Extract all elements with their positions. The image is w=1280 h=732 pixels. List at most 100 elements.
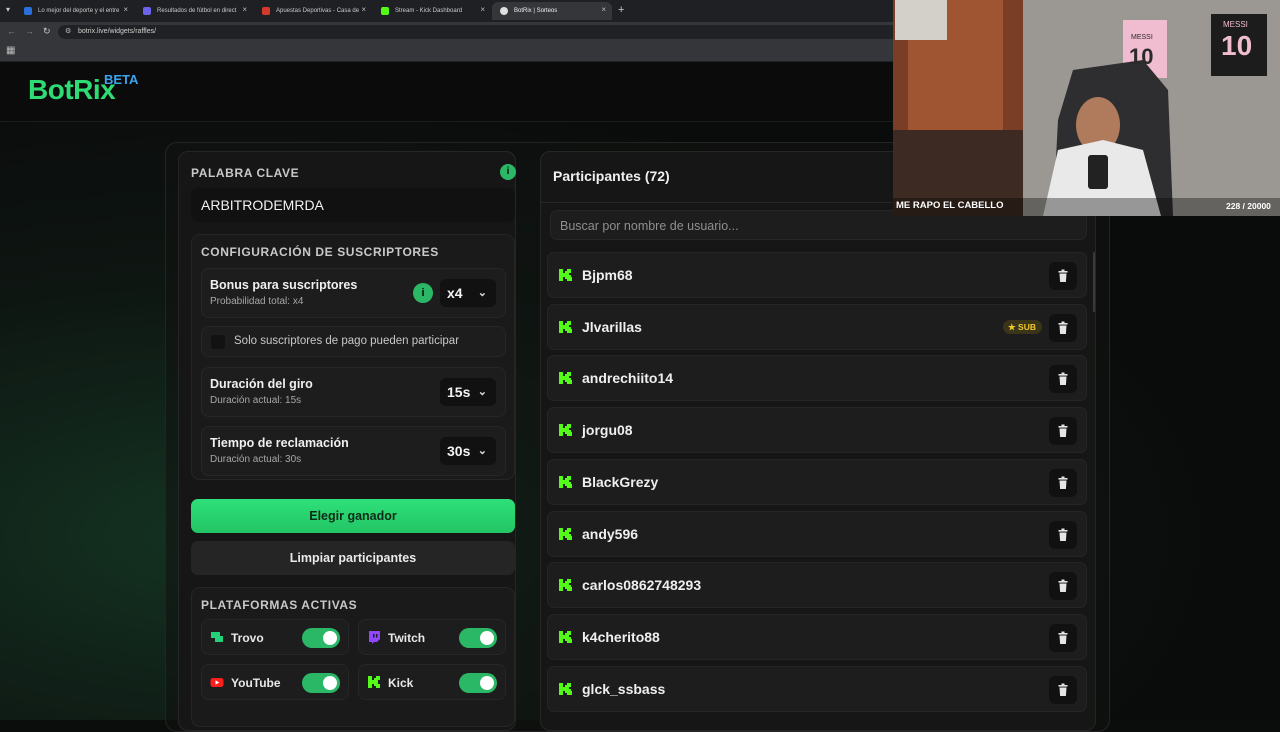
participant-name: glck_ssbass xyxy=(582,680,666,697)
info-icon[interactable]: i xyxy=(413,283,433,303)
browser-tab[interactable]: Apuestas Deportivas - Casa de × xyxy=(254,2,372,20)
reload-icon[interactable]: ↻ xyxy=(43,26,51,37)
tab-favicon xyxy=(143,7,151,15)
raffle-container: PALABRA CLAVE i ARBITRODEMRDA CONFIGURAC… xyxy=(165,142,1110,732)
star-icon: ★ xyxy=(1008,321,1016,332)
kick-toggle[interactable] xyxy=(459,673,497,693)
back-icon[interactable]: ← xyxy=(7,26,16,36)
browser-tab[interactable]: Resultados de fútbol en direct × xyxy=(135,2,253,20)
platform-kick: Kick xyxy=(358,664,506,700)
bonus-subtitle: Probabilidad total: x4 xyxy=(210,296,304,307)
trash-icon xyxy=(1058,683,1068,696)
kick-icon xyxy=(559,527,572,540)
kick-icon xyxy=(559,682,572,695)
kick-icon xyxy=(559,579,572,592)
participant-row: BlackGrezy xyxy=(547,458,1087,505)
delete-participant-button[interactable] xyxy=(1049,572,1077,601)
platforms-section: PLATAFORMAS ACTIVAS Trovo Twitch YouTube xyxy=(191,587,515,727)
forward-icon[interactable]: → xyxy=(25,26,34,36)
tab-favicon xyxy=(262,7,270,15)
delete-participant-button[interactable] xyxy=(1049,417,1077,446)
close-icon[interactable]: × xyxy=(242,5,247,14)
pick-winner-button[interactable]: Elegir ganador xyxy=(191,499,515,533)
keyword-input[interactable]: ARBITRODEMRDA xyxy=(191,188,515,222)
spin-duration-card: Duración del giro Duración actual: 15s 1… xyxy=(201,367,506,417)
info-icon[interactable]: i xyxy=(500,164,516,180)
delete-participant-button[interactable] xyxy=(1049,520,1077,549)
participants-title: Participantes (72) xyxy=(553,168,670,184)
paid-only-card[interactable]: Solo suscriptores de pago pueden partici… xyxy=(201,326,506,357)
clear-participants-button[interactable]: Limpiar participantes xyxy=(191,541,515,575)
bonus-select[interactable]: x4 ⌄ xyxy=(440,279,496,307)
trovo-icon xyxy=(211,632,223,642)
bonus-value: x4 xyxy=(447,285,463,301)
bonus-card: Bonus para suscriptores Probabilidad tot… xyxy=(201,268,506,318)
close-icon[interactable]: × xyxy=(480,5,485,14)
site-info-icon[interactable]: ⚙ xyxy=(65,25,71,39)
scrollbar[interactable] xyxy=(1093,252,1095,312)
apps-grid-icon[interactable]: ▦ xyxy=(6,45,15,56)
paid-only-checkbox[interactable] xyxy=(211,335,225,349)
delete-participant-button[interactable] xyxy=(1049,468,1077,497)
tab-favicon xyxy=(500,7,508,15)
new-tab-icon[interactable]: + xyxy=(618,4,624,16)
participant-row: carlos0862748293 xyxy=(547,562,1087,609)
close-icon[interactable]: × xyxy=(601,5,606,14)
browser-tab[interactable]: Stream - Kick Dashboard × xyxy=(373,2,491,20)
delete-participant-button[interactable] xyxy=(1049,365,1077,394)
twitch-toggle[interactable] xyxy=(459,628,497,648)
delete-participant-button[interactable] xyxy=(1049,262,1077,290)
stream-caption: ME RAPO EL CABELLO xyxy=(896,200,1004,211)
kick-icon xyxy=(559,475,572,488)
platform-name: Twitch xyxy=(388,631,426,645)
chevron-down-icon: ⌄ xyxy=(477,386,487,398)
spin-select[interactable]: 15s ⌄ xyxy=(440,378,496,406)
webcam-overlay: MESSI 10 MESSI 10 ME RAPO EL CABELLO 228… xyxy=(893,0,1280,216)
tab-favicon xyxy=(24,7,32,15)
trash-icon xyxy=(1058,269,1068,282)
platforms-label: PLATAFORMAS ACTIVAS xyxy=(201,598,358,612)
participant-row: andrechiito14 xyxy=(547,355,1087,402)
jersey-number-text: 10 xyxy=(1221,30,1253,61)
url-text: botrix.live/widgets/raffles/ xyxy=(78,28,157,35)
claim-title: Tiempo de reclamación xyxy=(210,436,349,450)
kick-icon xyxy=(559,372,572,385)
tab-favicon xyxy=(381,7,389,15)
delete-participant-button[interactable] xyxy=(1049,675,1077,704)
tab-title: Stream - Kick Dashboard xyxy=(395,8,463,14)
browser-tab-active[interactable]: BotRix | Sorteos × xyxy=(492,2,612,20)
participant-row: glck_ssbass xyxy=(547,665,1087,712)
chevron-down-icon: ⌄ xyxy=(477,445,487,457)
botrix-logo[interactable]: BotRix xyxy=(28,74,116,106)
participant-name: andrechiito14 xyxy=(582,370,674,387)
close-icon[interactable]: × xyxy=(123,5,128,14)
sub-badge-label: SUB xyxy=(1018,321,1036,332)
youtube-toggle[interactable] xyxy=(302,673,340,693)
kick-icon xyxy=(559,269,572,281)
sub-badge: ★ SUB xyxy=(1003,319,1042,334)
chevron-down-icon: ⌄ xyxy=(477,287,487,299)
trash-icon xyxy=(1058,579,1068,593)
participant-row: Bjpm68 xyxy=(547,252,1087,298)
browser-tab[interactable]: Lo mejor del deporte y el entre × xyxy=(16,2,134,20)
delete-participant-button[interactable] xyxy=(1049,313,1077,342)
platform-trovo: Trovo xyxy=(201,619,349,655)
participant-name: jorgu08 xyxy=(582,422,633,439)
claim-select[interactable]: 30s ⌄ xyxy=(440,437,496,465)
platform-name: Trovo xyxy=(231,631,264,645)
platform-name: Kick xyxy=(388,676,414,690)
spin-value: 15s xyxy=(447,384,471,400)
participant-name: Bjpm68 xyxy=(582,267,633,283)
participant-name: Jlvarillas xyxy=(582,318,642,335)
trovo-toggle[interactable] xyxy=(302,628,340,648)
keyword-label: PALABRA CLAVE xyxy=(191,166,300,180)
participant-row: jorgu08 xyxy=(547,407,1087,454)
trash-icon xyxy=(1058,476,1068,489)
close-icon[interactable]: × xyxy=(361,5,366,14)
spin-subtitle: Duración actual: 15s xyxy=(210,395,302,406)
subs-config-section: CONFIGURACIÓN DE SUSCRIPTORES Bonus para… xyxy=(191,234,515,480)
youtube-icon xyxy=(210,678,224,687)
delete-participant-button[interactable] xyxy=(1049,623,1077,652)
trash-icon xyxy=(1058,424,1068,438)
tab-list-icon[interactable]: ▾ xyxy=(6,5,10,14)
